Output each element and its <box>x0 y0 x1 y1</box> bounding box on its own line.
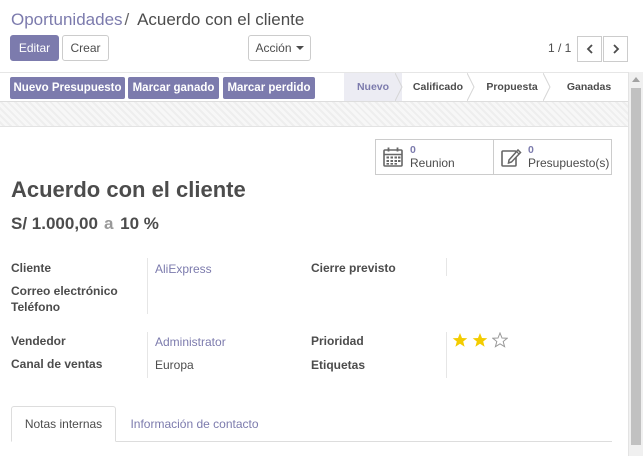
field-separator <box>147 258 148 314</box>
statusbar: Nuevo Presupuesto Marcar ganado Marcar p… <box>0 72 628 102</box>
edit-button[interactable]: Editar <box>10 35 59 61</box>
mark-lost-button[interactable]: Marcar perdido <box>223 77 315 99</box>
stage-label: Calificado <box>412 81 464 93</box>
chevron-left-icon <box>586 44 593 54</box>
priority-label: Prioridad <box>311 334 364 348</box>
stage-propuesta[interactable]: Propuesta <box>474 73 551 101</box>
notebook-tabs: Notas internas Información de contacto <box>11 406 612 442</box>
action-dropdown[interactable]: Acción <box>248 35 311 61</box>
customer-value[interactable]: AliExpress <box>155 262 212 276</box>
field-separator <box>147 332 148 378</box>
salesperson-label: Vendedor <box>11 334 66 348</box>
tab-internal-notes[interactable]: Notas internas <box>11 406 116 442</box>
customer-label: Cliente <box>11 261 52 275</box>
expected-revenue-line: S/ 1.000,00 a 10 % <box>11 214 159 234</box>
stage-label: Propuesta <box>486 81 538 93</box>
mark-won-button[interactable]: Marcar ganado <box>128 77 219 99</box>
stage-nuevo[interactable]: Nuevo <box>344 73 403 101</box>
scroll-thumb[interactable] <box>631 88 641 445</box>
tags-label: Etiquetas <box>311 358 366 372</box>
new-quotation-button[interactable]: Nuevo Presupuesto <box>10 77 125 99</box>
tab-contact-info[interactable]: Información de contacto <box>121 406 268 442</box>
pager-previous-button[interactable] <box>577 36 602 62</box>
meetings-count: 0 <box>410 144 416 156</box>
stage-pipeline: Nuevo Calificado Propuesta Ganadas <box>344 73 628 101</box>
vertical-scrollbar[interactable] <box>628 72 643 456</box>
create-button[interactable]: Crear <box>62 35 109 61</box>
expected-closing-label: Cierre previsto <box>311 261 396 275</box>
sales-channel-value[interactable]: Europa <box>155 358 194 372</box>
stage-arrow-icon <box>467 73 475 101</box>
edit-icon <box>501 148 522 167</box>
stage-arrow-icon <box>543 73 551 101</box>
stage-arrow-icon <box>395 73 403 101</box>
breadcrumb: Oportunidades / Acuerdo con el cliente <box>11 10 304 30</box>
meetings-label: Reunion <box>410 156 455 170</box>
caret-down-icon <box>295 46 304 50</box>
calendar-icon <box>383 147 403 167</box>
phone-label: Teléfono <box>11 300 61 314</box>
quotations-smart-text: 0 Presupuesto(s) <box>528 144 609 170</box>
email-label: Correo electrónico <box>11 284 118 298</box>
at-label: a <box>103 214 114 233</box>
action-label: Acción <box>255 41 292 55</box>
meetings-smart-button[interactable]: 0 Reunion <box>375 139 494 175</box>
salesperson-value[interactable]: Administrator <box>155 335 226 349</box>
star-filled-icon[interactable] <box>472 332 488 348</box>
opportunity-title: Acuerdo con el cliente <box>11 177 246 202</box>
stage-label: Ganadas <box>566 81 612 93</box>
stage-ganadas[interactable]: Ganadas <box>550 73 628 101</box>
breadcrumb-parent-link[interactable]: Oportunidades <box>11 10 123 29</box>
meetings-smart-text: 0 Reunion <box>410 144 455 170</box>
probability: 10 % <box>120 214 159 233</box>
chevron-right-icon <box>612 44 619 54</box>
star-filled-icon[interactable] <box>452 332 468 348</box>
stage-label: Nuevo <box>356 81 390 93</box>
breadcrumb-current: Acuerdo con el cliente <box>137 10 305 29</box>
quotations-smart-button[interactable]: 0 Presupuesto(s) <box>493 139 612 175</box>
star-empty-icon[interactable] <box>492 332 508 348</box>
field-separator <box>446 258 447 276</box>
scroll-up-arrow-icon[interactable] <box>632 77 640 82</box>
pager-value: 1 / 1 <box>548 41 572 55</box>
expected-revenue: S/ 1.000,00 <box>11 214 98 233</box>
field-separator <box>446 332 447 378</box>
quotations-count: 0 <box>528 144 534 156</box>
quotations-label: Presupuesto(s) <box>528 156 610 170</box>
sales-channel-label: Canal de ventas <box>11 357 103 371</box>
breadcrumb-separator: / <box>124 10 130 29</box>
stage-calificado[interactable]: Calificado <box>402 73 475 101</box>
pager-next-button[interactable] <box>603 36 628 62</box>
control-panel: Oportunidades / Acuerdo con el cliente Ed… <box>0 0 643 72</box>
